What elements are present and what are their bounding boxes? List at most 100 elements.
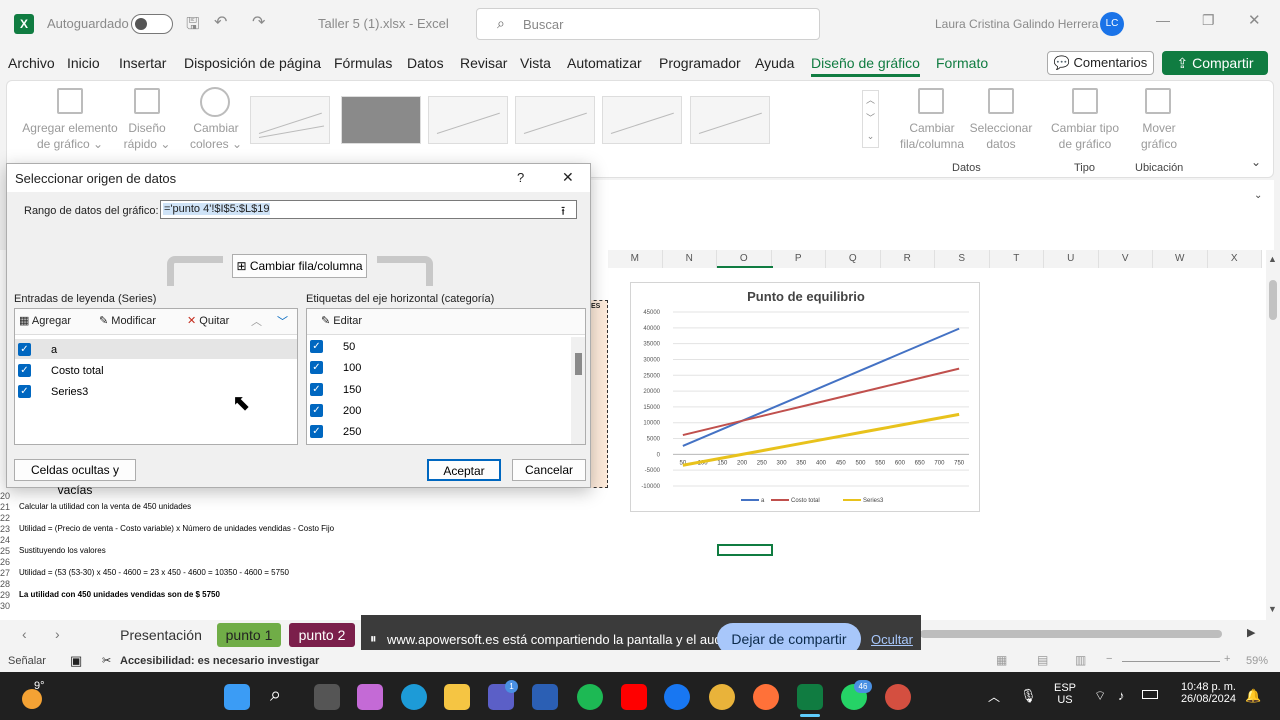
menu-automatizar[interactable]: Automatizar xyxy=(567,55,642,71)
undo-icon[interactable]: ↶ xyxy=(214,12,227,32)
row-number[interactable]: 23 xyxy=(0,524,16,534)
tray-chevron-icon[interactable]: ︿ xyxy=(988,688,1000,705)
menu-diseno-grafico[interactable]: Diseño de gráfico xyxy=(811,55,920,77)
autosave-toggle[interactable] xyxy=(131,14,173,34)
chart-style-2[interactable] xyxy=(341,96,421,144)
category-checkbox[interactable]: ✓ xyxy=(310,403,323,417)
next-sheet-icon[interactable]: › xyxy=(55,626,60,642)
share-button[interactable]: ⇪ Compartir xyxy=(1162,51,1268,75)
copilot-icon[interactable] xyxy=(357,684,383,710)
chrome-profile-icon[interactable] xyxy=(885,684,911,710)
column-header[interactable]: M xyxy=(608,250,663,268)
zoom-out-icon[interactable]: − xyxy=(1106,653,1112,665)
file-explorer-icon[interactable] xyxy=(444,684,470,710)
categories-scroll-thumb[interactable] xyxy=(575,353,582,375)
series-item[interactable]: a xyxy=(51,344,57,356)
volume-icon[interactable]: ♪ xyxy=(1118,688,1125,703)
category-item[interactable]: 150 xyxy=(343,384,361,396)
edge-icon[interactable] xyxy=(401,684,427,710)
column-header[interactable]: V xyxy=(1098,250,1153,268)
ok-button[interactable]: Aceptar xyxy=(427,459,501,481)
series-checkbox[interactable]: ✓ xyxy=(18,343,31,356)
series-item[interactable]: Costo total xyxy=(51,365,104,377)
menu-programador[interactable]: Programador xyxy=(659,55,741,71)
restore-icon[interactable]: ❐ xyxy=(1202,12,1215,29)
language-indicator[interactable]: ESP US xyxy=(1054,682,1076,706)
vertical-scrollbar[interactable]: ▲ ▼ xyxy=(1266,250,1280,620)
remove-series-button[interactable]: ✕ Quitar xyxy=(187,314,229,327)
excel-taskbar-icon[interactable] xyxy=(797,684,823,710)
column-header[interactable]: W xyxy=(1153,250,1208,268)
task-view-icon[interactable] xyxy=(314,684,340,710)
scroll-right-icon[interactable]: ▶ xyxy=(1247,626,1255,639)
row-number[interactable]: 22 xyxy=(0,513,16,523)
move-chart-button[interactable]: Mover gráfico xyxy=(1132,120,1186,152)
clock[interactable]: 10:48 p. m. 26/08/2024 xyxy=(1172,681,1236,705)
scroll-thumb[interactable] xyxy=(1269,280,1277,320)
close-window-icon[interactable]: ✕ xyxy=(1248,11,1261,29)
column-header[interactable]: X xyxy=(1207,250,1262,268)
avatar[interactable]: LC xyxy=(1100,12,1124,36)
column-header[interactable]: R xyxy=(880,250,935,268)
menu-inicio[interactable]: Inicio xyxy=(67,55,100,71)
selected-cell[interactable] xyxy=(717,544,773,556)
row-number[interactable]: 25 xyxy=(0,546,16,556)
zoom-in-icon[interactable]: + xyxy=(1224,653,1230,665)
add-series-button[interactable]: ▦ Agregar xyxy=(19,314,71,327)
row-number[interactable]: 29 xyxy=(0,590,16,600)
comments-button[interactable]: 💬 Comentarios xyxy=(1047,51,1154,75)
chart-style-6[interactable] xyxy=(690,96,770,144)
firefox-icon[interactable] xyxy=(753,684,779,710)
series-listbox[interactable]: ▦ Agregar ✎ Modificar ✕ Quitar ︿ ﹀ ✓ a ✓ Co… xyxy=(14,308,298,445)
series-checkbox[interactable]: ✓ xyxy=(18,364,31,377)
start-icon[interactable] xyxy=(224,684,250,710)
spotify-icon[interactable] xyxy=(577,684,603,710)
chart-area[interactable]: Punto de equilibrio -10000 -5000 0 5000 1000… xyxy=(630,282,980,512)
search-box[interactable]: ⌕ Buscar xyxy=(476,8,820,40)
category-item[interactable]: 200 xyxy=(343,405,361,417)
category-item[interactable]: 100 xyxy=(343,362,361,374)
facebook-icon[interactable] xyxy=(664,684,690,710)
edit-series-button[interactable]: ✎ Modificar xyxy=(99,314,156,327)
menu-revisar[interactable]: Revisar xyxy=(460,55,507,71)
cancel-button[interactable]: Cancelar xyxy=(512,459,586,481)
row-number[interactable]: 26 xyxy=(0,557,16,567)
column-header[interactable]: S xyxy=(935,250,990,268)
normal-view-icon[interactable]: ▦ xyxy=(996,653,1007,667)
save-icon[interactable]: 🖫 xyxy=(186,13,200,40)
chart-style-3[interactable] xyxy=(428,96,508,144)
chart-style-4[interactable] xyxy=(515,96,595,144)
category-checkbox[interactable]: ✓ xyxy=(310,340,323,353)
zoom-slider[interactable] xyxy=(1122,661,1220,662)
range-input[interactable]: ='punto 4'!$I$5:$L$19 ⭱ xyxy=(160,200,577,219)
column-header[interactable]: N xyxy=(662,250,717,268)
battery-icon[interactable] xyxy=(1142,690,1158,699)
category-item[interactable]: 50 xyxy=(343,341,355,353)
page-layout-icon[interactable]: ▤ xyxy=(1037,653,1048,667)
page-break-icon[interactable]: ▥ xyxy=(1075,653,1086,667)
categories-listbox[interactable]: ✎ Editar ✓ 50 ✓ 100 ✓ 150 ✓ 200 ✓ 250 xyxy=(306,308,586,445)
move-up-icon[interactable]: ︿ xyxy=(251,313,262,329)
quick-layout-button[interactable]: Diseño rápido ⌄ xyxy=(120,120,174,152)
menu-ayuda[interactable]: Ayuda xyxy=(755,55,794,71)
row-number[interactable]: 21 xyxy=(0,502,16,512)
menu-insertar[interactable]: Insertar xyxy=(119,55,166,71)
series-checkbox[interactable]: ✓ xyxy=(18,385,31,398)
column-header[interactable]: U xyxy=(1044,250,1099,268)
row-number[interactable]: 27 xyxy=(0,568,16,578)
row-number[interactable]: 20 xyxy=(0,491,16,501)
change-chart-type-button[interactable]: Cambiar tipo de gráfico xyxy=(1046,120,1124,152)
menu-datos[interactable]: Datos xyxy=(407,55,444,71)
microphone-icon[interactable]: 🎙 xyxy=(1020,688,1037,704)
column-header[interactable]: T xyxy=(989,250,1044,268)
help-icon[interactable]: ? xyxy=(517,170,524,185)
scroll-up-icon[interactable]: ▲ xyxy=(1268,254,1277,264)
change-colors-button[interactable]: Cambiar colores ⌄ xyxy=(186,120,246,152)
wifi-icon[interactable]: ⌔ xyxy=(1094,688,1106,704)
add-chart-element-button[interactable]: Agregar elemento de gráfico ⌄ xyxy=(18,120,122,152)
collapse-ribbon-icon[interactable]: ⌄ xyxy=(1251,155,1261,169)
row-number[interactable]: 30 xyxy=(0,601,16,611)
word-icon[interactable] xyxy=(532,684,558,710)
chart-style-1[interactable] xyxy=(250,96,330,144)
move-down-icon[interactable]: ﹀ xyxy=(277,313,288,329)
